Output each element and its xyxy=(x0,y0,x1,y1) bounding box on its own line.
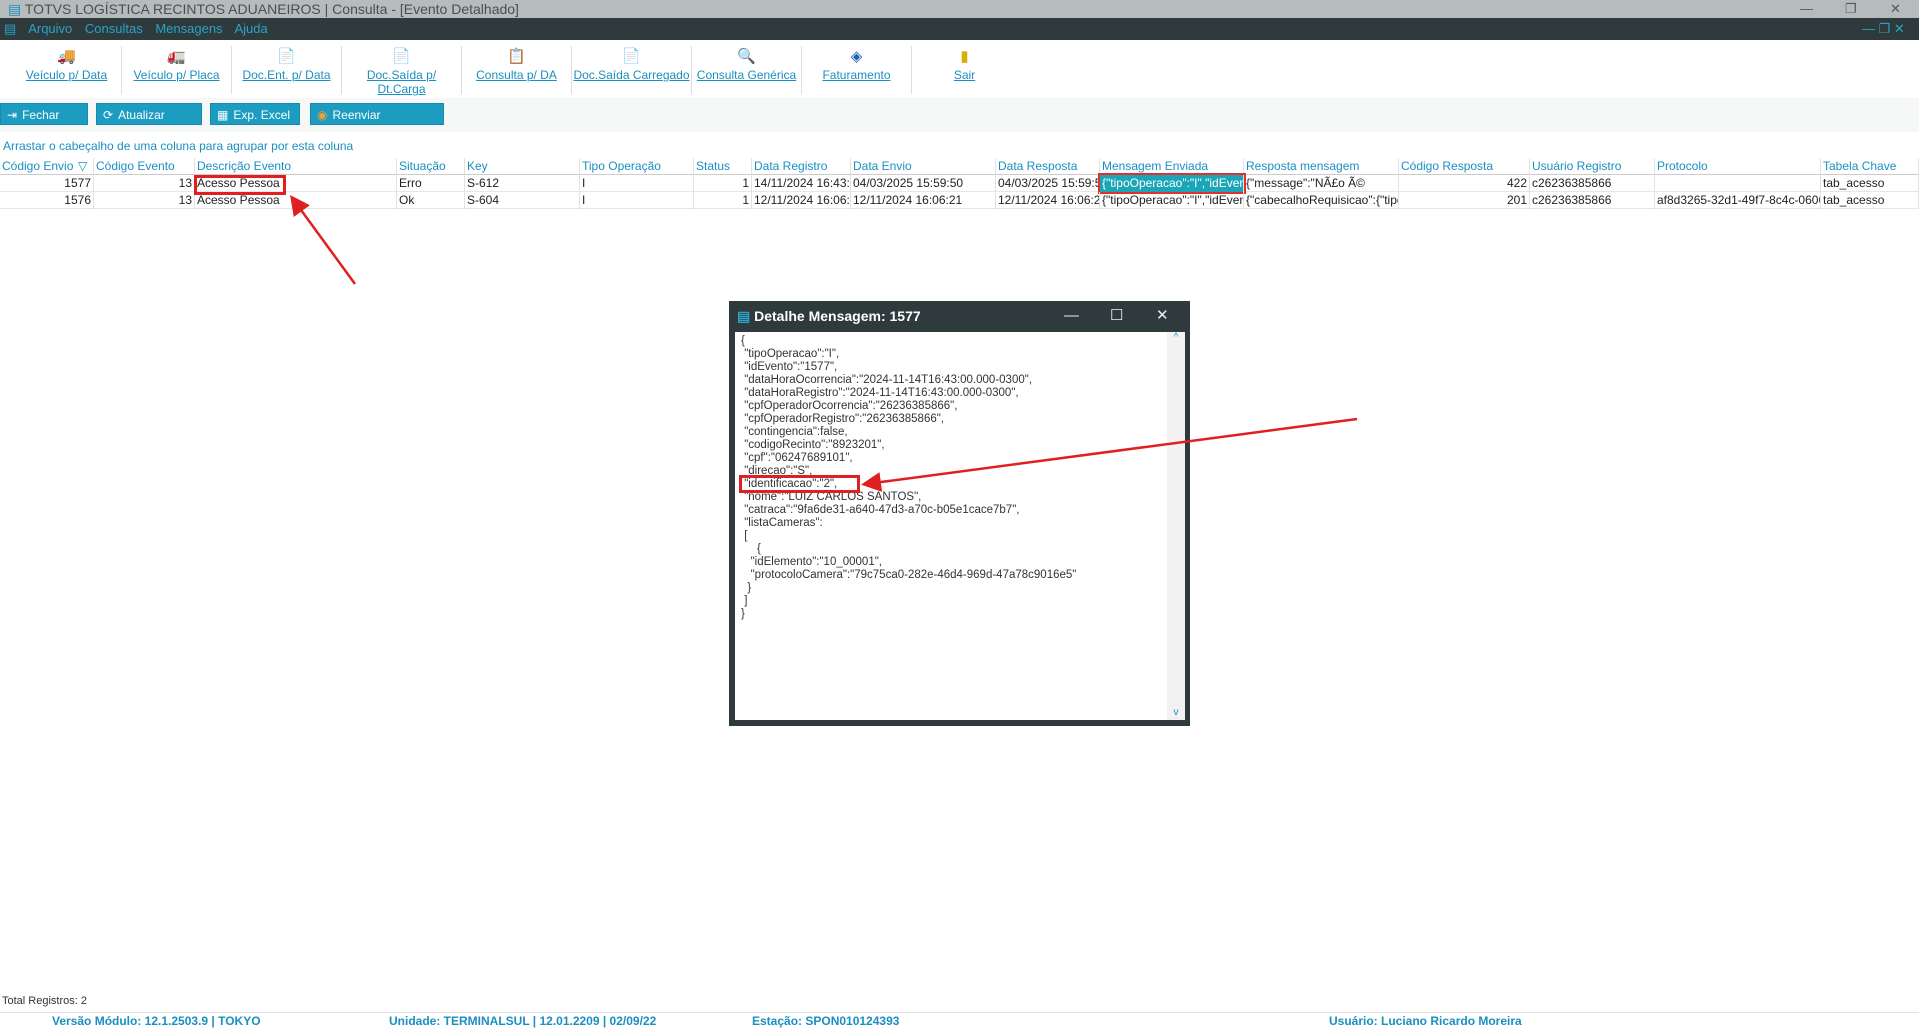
status-usuario: Usuário: Luciano Ricardo Moreira xyxy=(1329,1014,1522,1028)
total-registros: Total Registros: 2 xyxy=(2,995,87,1007)
status-estacao: Estação: SPON010124393 xyxy=(752,1014,900,1028)
status-versao: Versão Módulo: 12.1.2503.9 | TOKYO xyxy=(52,1014,261,1028)
status-unidade: Unidade: TERMINALSUL | 12.01.2209 | 02/0… xyxy=(389,1014,657,1028)
annotation-arrows-2 xyxy=(861,417,1358,492)
red-arrow-2 xyxy=(861,417,1358,492)
status-bar: Versão Módulo: 12.1.2503.9 | TOKYO Unida… xyxy=(0,1012,1919,1028)
